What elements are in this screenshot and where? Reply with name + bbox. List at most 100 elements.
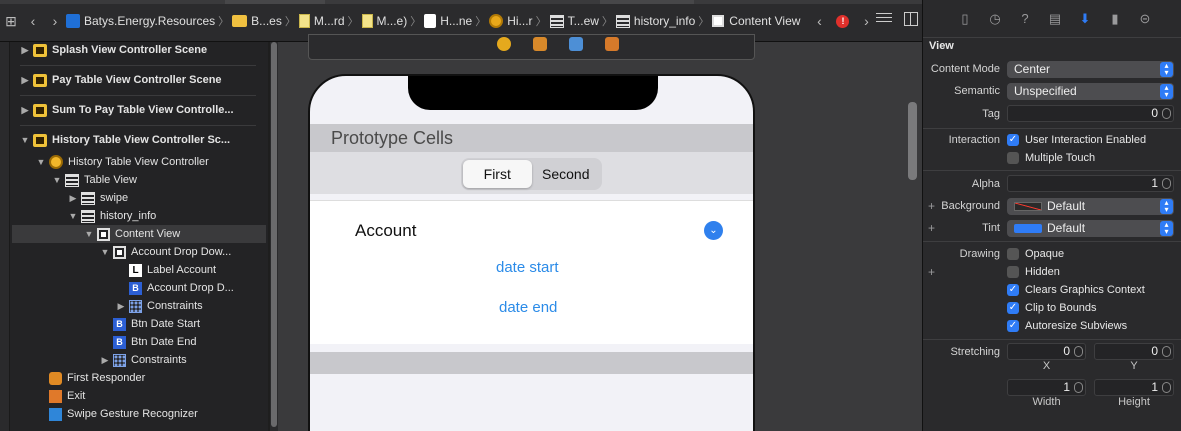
next-issue-icon[interactable]: ›: [855, 13, 877, 29]
tree-item[interactable]: Swipe Gesture Recognizer: [49, 405, 198, 423]
crumb-controller[interactable]: Hi...r: [489, 14, 533, 28]
scrollbar-thumb[interactable]: [271, 42, 277, 427]
disclosure-down-icon[interactable]: ▼: [68, 211, 78, 221]
stretch-x-field[interactable]: 0: [1007, 343, 1086, 360]
crumb-storyboard[interactable]: M...rd: [298, 14, 345, 28]
stepper-icon[interactable]: [1162, 108, 1171, 119]
gesture-recognizer-icon[interactable]: [569, 37, 583, 51]
previous-issue-icon[interactable]: ‹: [808, 13, 830, 29]
crumb-scene[interactable]: H...ne: [424, 14, 472, 28]
disclosure-right-icon[interactable]: ▶: [116, 301, 126, 312]
tree-item[interactable]: ▶ swipe: [68, 189, 128, 207]
attributes-inspector-icon[interactable]: ⬇: [1077, 11, 1093, 27]
tree-item[interactable]: First Responder: [49, 369, 145, 387]
tree-item[interactable]: ▼ history_info: [68, 207, 156, 225]
stepper-icon[interactable]: [1074, 382, 1083, 393]
history-inspector-icon[interactable]: ◷: [987, 11, 1003, 27]
btn-date-start[interactable]: date start: [496, 259, 559, 276]
crumb-storyboard-base[interactable]: M...e): [361, 14, 407, 28]
crumb-project[interactable]: Batys.Energy.Resources: [66, 14, 215, 28]
file-inspector-icon[interactable]: ▯: [957, 11, 973, 27]
tree-item[interactable]: ▼ History Table View Controller: [36, 153, 209, 171]
disclosure-down-icon[interactable]: ▼: [52, 175, 62, 185]
size-inspector-icon[interactable]: ▮: [1107, 11, 1123, 27]
disclosure-down-icon[interactable]: ▼: [20, 135, 30, 145]
disclosure-right-icon[interactable]: ▶: [20, 75, 30, 86]
segmented-control[interactable]: First Second: [461, 158, 602, 190]
stepper-icon[interactable]: [1162, 382, 1171, 393]
stepper-icon[interactable]: [1074, 346, 1083, 357]
first-responder-icon[interactable]: [533, 37, 547, 51]
crumb-folder[interactable]: B...es: [232, 14, 282, 28]
storyboard-canvas[interactable]: Prototype Cells First Second Account ⌄ d…: [278, 34, 922, 431]
disclosure-down-icon[interactable]: ▼: [84, 229, 94, 239]
error-badge[interactable]: !: [836, 14, 850, 28]
tree-item[interactable]: B Btn Date Start: [113, 315, 200, 333]
stepper-icon[interactable]: [1162, 178, 1171, 189]
segment-second[interactable]: Second: [532, 160, 601, 188]
clears-graphics-checkbox[interactable]: ✓ Clears Graphics Context: [1007, 284, 1145, 296]
semantic-select[interactable]: Unspecified ▴ ▾: [1007, 83, 1174, 100]
tint-select[interactable]: Default ▴ ▾: [1007, 220, 1174, 237]
scene-row[interactable]: ▶ Splash View Controller Scene: [20, 39, 207, 61]
canvas-scrollbar[interactable]: [908, 102, 917, 180]
crumb-content-view[interactable]: Content View: [712, 14, 800, 28]
split-editor-icon[interactable]: [904, 12, 918, 26]
connections-inspector-icon[interactable]: ⊝: [1137, 11, 1153, 27]
outline-scrollbar[interactable]: [270, 42, 278, 431]
btn-date-end[interactable]: date end: [499, 299, 557, 316]
scene-row[interactable]: ▶ Pay Table View Controller Scene: [20, 69, 222, 91]
disclosure-right-icon[interactable]: ▶: [20, 105, 30, 116]
stretch-width-field[interactable]: 1: [1007, 379, 1086, 396]
quick-help-icon[interactable]: ?: [1017, 11, 1033, 27]
crumb-table-view[interactable]: T...ew: [549, 14, 599, 28]
clip-to-bounds-checkbox[interactable]: ✓ Clip to Bounds: [1007, 302, 1097, 314]
grid-icon[interactable]: ⊞: [0, 13, 22, 30]
tag-field[interactable]: 0: [1007, 105, 1174, 122]
tree-item[interactable]: B Account Drop D...: [129, 279, 234, 297]
crumb-cell[interactable]: history_info: [615, 14, 695, 28]
disclosure-right-icon[interactable]: ▶: [20, 45, 30, 56]
scene-row[interactable]: ▶ Sum To Pay Table View Controlle...: [20, 99, 234, 121]
tree-item[interactable]: L Label Account: [129, 261, 216, 279]
disclosure-right-icon[interactable]: ▶: [68, 193, 78, 204]
stretch-y-field[interactable]: 0: [1094, 343, 1174, 360]
exit-icon[interactable]: [605, 37, 619, 51]
tree-item[interactable]: ▶ Constraints: [100, 351, 187, 369]
swipe-cell[interactable]: First Second: [310, 152, 753, 194]
tree-item[interactable]: ▶ Constraints: [116, 297, 203, 315]
hidden-checkbox[interactable]: Hidden: [1007, 266, 1060, 278]
editor-tab[interactable]: [225, 0, 325, 4]
scene-row[interactable]: ▼ History Table View Controller Sc...: [20, 129, 230, 151]
content-mode-select[interactable]: Center ▴ ▾: [1007, 61, 1174, 78]
label-account[interactable]: Account: [355, 221, 416, 241]
tree-item-selected[interactable]: ▼ Content View: [12, 225, 266, 243]
user-interaction-checkbox[interactable]: ✓ User Interaction Enabled: [1007, 134, 1146, 146]
editor-tab[interactable]: [600, 0, 694, 4]
segment-first[interactable]: First: [463, 160, 532, 188]
add-variation-icon[interactable]: +: [928, 265, 935, 279]
tree-item[interactable]: Exit: [49, 387, 85, 405]
identity-inspector-icon[interactable]: ▤: [1047, 11, 1063, 27]
tree-item[interactable]: ▼ Account Drop Dow...: [100, 243, 231, 261]
editor-options-icon[interactable]: [876, 13, 892, 25]
account-dropdown-button[interactable]: ⌄: [704, 221, 723, 240]
opaque-checkbox[interactable]: Opaque: [1007, 248, 1064, 260]
back-arrow-icon[interactable]: ‹: [22, 13, 44, 29]
stepper-icon[interactable]: [1162, 346, 1171, 357]
disclosure-down-icon[interactable]: ▼: [36, 157, 46, 167]
tree-item[interactable]: ▼ Table View: [52, 171, 137, 189]
disclosure-down-icon[interactable]: ▼: [100, 247, 110, 257]
autoresize-checkbox[interactable]: ✓ Autoresize Subviews: [1007, 320, 1127, 332]
multiple-touch-checkbox[interactable]: Multiple Touch: [1007, 152, 1095, 164]
disclosure-right-icon[interactable]: ▶: [100, 355, 110, 366]
background-select[interactable]: Default ▴ ▾: [1007, 198, 1174, 215]
add-variation-icon[interactable]: +: [928, 199, 935, 213]
tree-item[interactable]: B Btn Date End: [113, 333, 196, 351]
view-controller-icon[interactable]: [497, 37, 511, 51]
add-variation-icon[interactable]: +: [928, 221, 935, 235]
stretch-height-field[interactable]: 1: [1094, 379, 1174, 396]
alpha-field[interactable]: 1: [1007, 175, 1174, 192]
history-info-cell[interactable]: Account ⌄ date start date end: [310, 200, 753, 344]
forward-arrow-icon[interactable]: ›: [44, 13, 66, 29]
